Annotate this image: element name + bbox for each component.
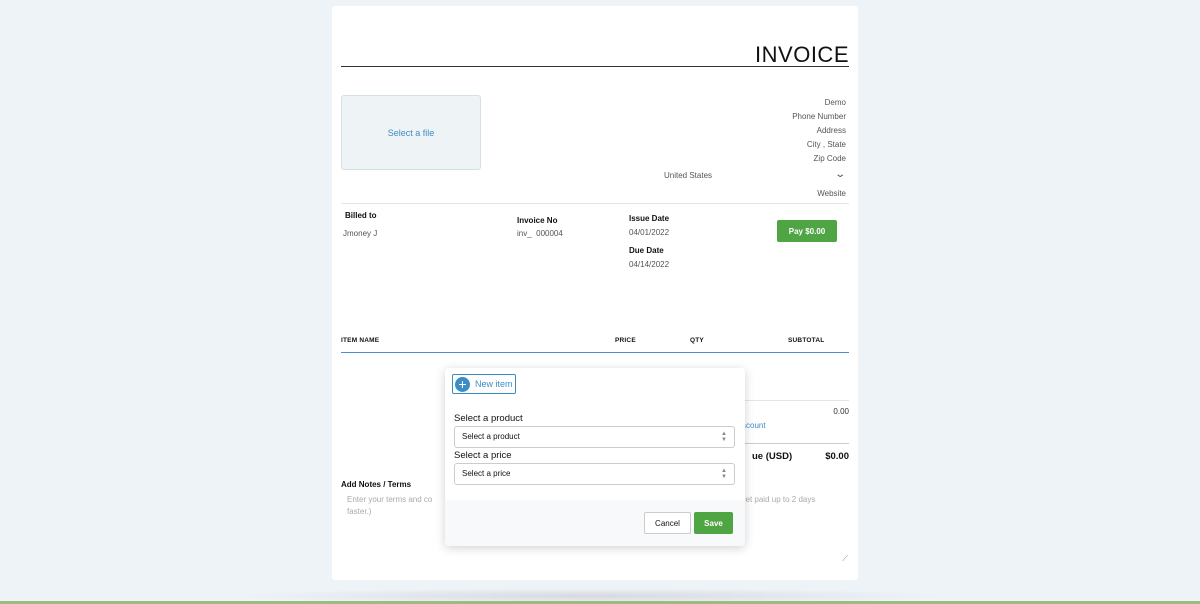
cancel-button[interactable]: Cancel [644, 512, 691, 534]
price-select[interactable]: Select a price ▲ ▼ [454, 463, 735, 485]
subtotal-divider [729, 400, 849, 401]
column-header-subtotal: SUBTOTAL [788, 337, 825, 344]
new-item-button[interactable]: + New item [452, 374, 516, 394]
company-phone-field[interactable]: Phone Number [792, 110, 846, 124]
add-discount-link[interactable]: scount [742, 421, 766, 430]
price-select-value: Select a price [462, 469, 511, 478]
company-name-field[interactable]: Demo [792, 96, 846, 110]
country-select[interactable]: United States [664, 171, 712, 180]
column-header-item-name: ITEM NAME [341, 337, 380, 344]
logo-upload-label: Select a file [387, 127, 435, 138]
company-zip-field[interactable]: Zip Code [792, 152, 846, 166]
plus-circle-icon: + [455, 376, 470, 392]
billed-to-label: Billed to [345, 211, 377, 220]
save-button[interactable]: Save [694, 512, 733, 534]
column-header-price: PRICE [615, 337, 636, 344]
notes-placeholder-tail: " get paid up to 2 days [736, 495, 816, 504]
price-label: Select a price [454, 450, 512, 461]
resize-handle-icon[interactable]: ⟋ [842, 554, 848, 564]
billed-to-value[interactable]: Jmoney J [343, 229, 377, 238]
amount-due-label: ue (USD) [752, 451, 793, 462]
company-website-field[interactable]: Website [817, 189, 846, 198]
product-select-value: Select a product [462, 432, 520, 441]
invoice-no-label: Invoice No [517, 216, 558, 225]
section-divider [341, 203, 849, 204]
due-date-value[interactable]: 04/14/2022 [629, 260, 669, 269]
product-select[interactable]: Select a product ▲ ▼ [454, 426, 735, 448]
amount-due-value: $0.00 [825, 451, 849, 462]
select-arrows-icon: ▲ ▼ [721, 431, 727, 443]
total-divider [729, 443, 849, 444]
logo-upload-area[interactable]: Select a file [341, 95, 481, 170]
company-city-state-field[interactable]: City , State [792, 138, 846, 152]
invoice-title: INVOICE [755, 42, 849, 67]
invoice-no-value[interactable]: inv_ 000004 [517, 229, 563, 238]
select-arrows-icon: ▲ ▼ [721, 468, 727, 480]
chevron-down-icon[interactable]: ⌄ [834, 169, 846, 180]
column-header-qty: QTY [690, 337, 704, 344]
subtotal-value: 0.00 [833, 407, 849, 416]
notes-label: Add Notes / Terms [341, 480, 412, 489]
company-address-field[interactable]: Address [792, 124, 846, 138]
company-info: Demo Phone Number Address City , State Z… [792, 96, 846, 166]
new-item-modal: + New item Select a product Select a pro… [445, 368, 745, 546]
table-header-divider [341, 352, 849, 353]
pay-button[interactable]: Pay $0.00 [777, 220, 837, 242]
product-label: Select a product [454, 413, 523, 424]
new-item-label: New item [475, 379, 513, 389]
issue-date-label: Issue Date [629, 214, 670, 223]
title-divider [341, 66, 849, 67]
issue-date-value[interactable]: 04/01/2022 [629, 228, 669, 237]
due-date-label: Due Date [629, 246, 664, 255]
